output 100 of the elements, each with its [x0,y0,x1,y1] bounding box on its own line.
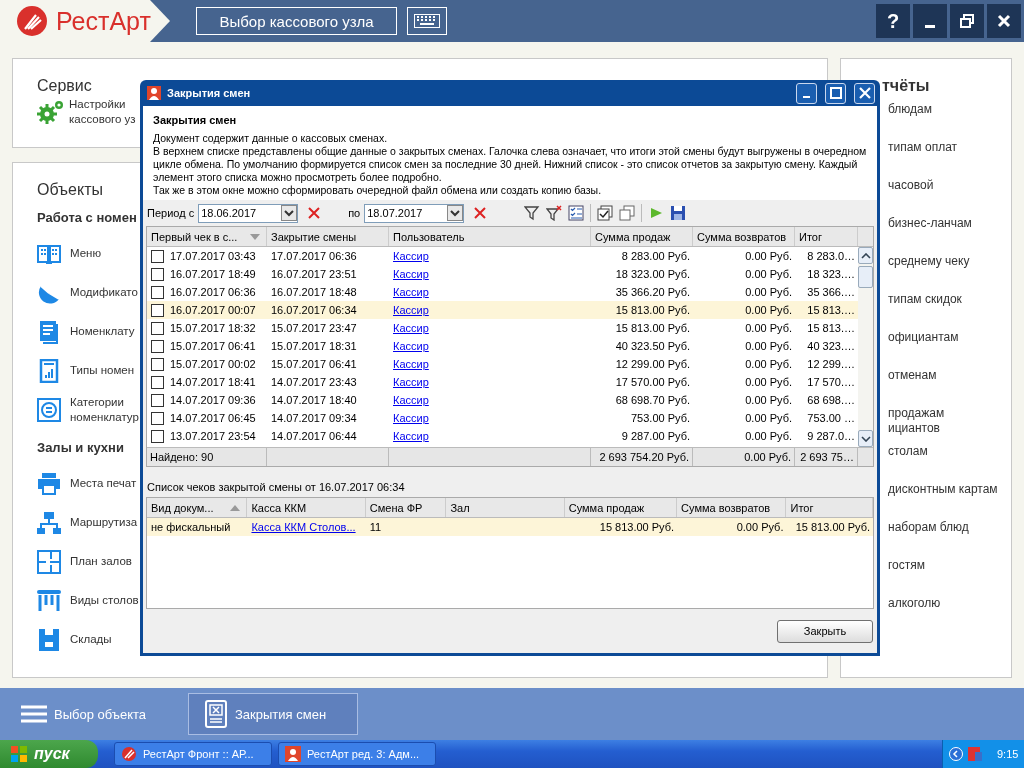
checkbox[interactable] [151,249,164,263]
object-link[interactable]: Склады [70,632,112,647]
checkbox[interactable] [151,285,164,299]
column-header[interactable]: Итог [786,498,873,517]
keyboard-icon [414,14,440,28]
check-all-icon[interactable] [597,205,614,221]
start-button[interactable]: пуск [0,740,98,768]
minimize-button[interactable] [796,82,817,104]
link-cell[interactable]: Кассир [393,430,429,442]
dropdown-icon[interactable] [447,205,464,221]
column-header[interactable]: Сумма продаж [564,498,678,517]
link-cell[interactable]: Кассир [393,394,429,406]
report-link[interactable]: блюдам [888,102,1011,140]
column-header[interactable]: Зал [446,498,565,517]
column-header[interactable]: Сумма возвратов [693,227,795,246]
help-button[interactable]: ? [876,4,910,38]
window-tab[interactable]: Закрытия смен [188,693,358,735]
maximize-button[interactable] [825,82,846,104]
close-dialog-button[interactable]: Закрыть [777,619,873,643]
report-link[interactable]: среднему чеку [888,254,1011,292]
object-link[interactable]: Модификато [70,285,138,300]
report-link[interactable]: бизнес-ланчам [888,216,1011,254]
checkbox[interactable] [151,321,164,335]
column-header[interactable]: Итог [795,227,858,246]
report-link[interactable]: часовой [888,178,1011,216]
column-header[interactable]: Первый чек в с... [147,227,267,246]
table-cell: 753.00 … [807,412,855,424]
report-link[interactable]: типам оплат [888,140,1011,178]
link-cell[interactable]: Кассир [393,358,429,370]
scrollbar[interactable] [858,247,873,447]
filter-clear-icon[interactable] [546,205,563,221]
link-cell[interactable]: Кассир [393,250,429,262]
column-header[interactable]: Сумма продаж [591,227,693,246]
save-icon[interactable] [670,205,687,221]
report-link[interactable]: отменам [888,368,1011,406]
keyboard-button[interactable] [407,7,447,35]
link-cell[interactable]: Кассир [393,304,429,316]
taskbar-button[interactable]: РестАрт ред. 3: Адм... [278,742,436,766]
table-cell: 16.07.2017 06:36 [170,286,256,298]
object-link[interactable]: Виды столов [70,593,139,608]
checkbox[interactable] [151,429,164,443]
scroll-down-icon[interactable] [860,435,871,442]
column-header[interactable]: Касса ККМ [247,498,366,517]
link-cell[interactable]: Касса ККМ Столов... [251,521,356,533]
restore-button[interactable] [950,4,984,38]
clock: 9:15 [997,748,1019,760]
filter-icon[interactable] [524,205,541,221]
object-link[interactable]: Номенклату [70,324,135,339]
column-header[interactable]: Сумма возвратов [677,498,787,517]
column-header[interactable]: Смена ФР [365,498,447,517]
checkbox[interactable] [151,339,164,353]
report-link[interactable]: официантам [888,330,1011,368]
link-cell[interactable]: Кассир [393,340,429,352]
link-cell[interactable]: Кассир [393,286,429,298]
checkbox[interactable] [151,375,164,389]
report-link[interactable]: типам скидок [888,292,1011,330]
report-link[interactable]: продажам ициантов [888,406,1011,444]
dropdown-icon[interactable] [281,205,298,221]
report-link[interactable]: дисконтным картам [888,482,1011,520]
checkbox[interactable] [151,411,164,425]
report-link[interactable]: наборам блюд [888,520,1011,558]
scroll-up-icon[interactable] [860,252,871,259]
column-header[interactable]: Вид докум... [147,498,248,517]
checkbox[interactable] [151,303,164,317]
checkbox[interactable] [151,357,164,371]
object-link[interactable]: План залов [70,554,132,569]
report-link[interactable]: столам [888,444,1011,482]
object-link[interactable]: Меню [70,246,102,261]
checkbox[interactable] [151,267,164,281]
close-button[interactable] [987,4,1021,38]
table-cell: 15.07.2017 23:47 [271,322,357,334]
object-link[interactable]: Типы номен [70,363,135,378]
clear-icon[interactable] [308,207,321,219]
date-from-field[interactable]: 18.06.2017 [198,203,299,223]
node-select-button[interactable]: Выбор кассового узла [196,7,397,35]
column-header[interactable]: Пользователь [389,227,591,246]
checklist-icon[interactable] [568,205,585,221]
document-icon [37,319,61,344]
object-link[interactable]: Категории номенклатур [70,394,139,425]
object-link[interactable]: Места печат [70,476,137,491]
logo-icon [16,5,48,37]
close-button[interactable] [854,82,875,104]
clear-icon[interactable] [474,207,487,219]
taskbar-button[interactable]: РестАрт Фронт :: АР... [114,742,272,766]
link-cell[interactable]: Кассир [393,268,429,280]
copy-icon[interactable] [619,205,636,221]
link-cell[interactable]: Кассир [393,376,429,388]
report-link[interactable]: алкоголю [888,596,1011,634]
chevron-icon[interactable] [949,747,963,761]
settings-link[interactable]: Настройки кассового уз [69,97,136,127]
object-link[interactable]: Маршрутиза [70,515,138,530]
link-cell[interactable]: Кассир [393,322,429,334]
checkbox[interactable] [151,393,164,407]
date-to-field[interactable]: 18.07.2017 [364,203,465,223]
link-cell[interactable]: Кассир [393,412,429,424]
minimize-button[interactable] [913,4,947,38]
column-header[interactable]: Закрытие смены [267,227,389,246]
scroll-thumb[interactable] [858,266,873,288]
report-link[interactable]: гостям [888,558,1011,596]
table-cell: 16.07.2017 18:48 [271,286,357,298]
